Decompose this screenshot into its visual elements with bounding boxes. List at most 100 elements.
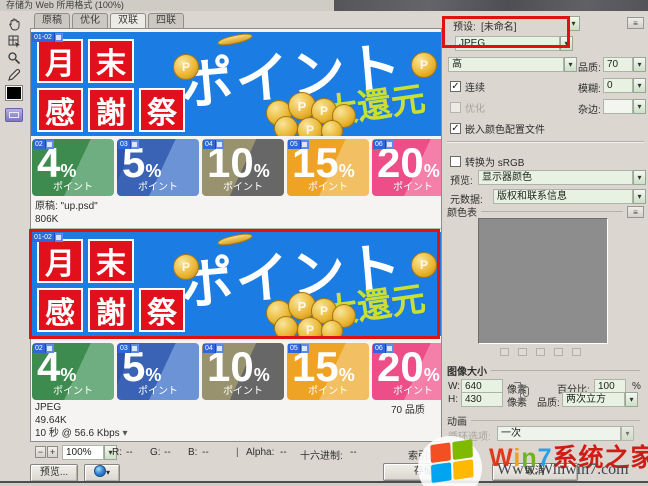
panel-separator bbox=[447, 141, 644, 143]
discount-tile: 04 10% ポイント bbox=[202, 343, 284, 400]
progressive-checkbox[interactable]: ✓ 连续 bbox=[450, 79, 485, 94]
dimension-link-bracket bbox=[514, 382, 521, 403]
pane-divider bbox=[31, 228, 441, 229]
browser-select-button[interactable]: ▾ bbox=[84, 464, 120, 482]
eyedropper-color-swatch[interactable] bbox=[6, 86, 22, 100]
tool-palette bbox=[3, 15, 27, 83]
quality-dropdown-arrow-icon[interactable]: ▾ bbox=[633, 57, 646, 72]
loop-options-arrow-icon[interactable]: ▾ bbox=[621, 426, 634, 441]
toggle-slices-visibility-button[interactable] bbox=[5, 108, 23, 122]
banner-kanji: 末 bbox=[88, 39, 134, 83]
lock-color-icon[interactable] bbox=[554, 348, 563, 356]
compression-level-select[interactable]: 高 bbox=[448, 57, 564, 72]
color-table bbox=[478, 218, 608, 344]
monitor-preview-label: 预览: bbox=[450, 176, 473, 187]
cancel-button[interactable]: 取消 bbox=[492, 463, 578, 481]
height-label: H: bbox=[448, 394, 458, 405]
delete-color-icon[interactable] bbox=[572, 348, 581, 356]
matte-value[interactable] bbox=[603, 99, 633, 114]
download-options-icon[interactable]: ▾ bbox=[122, 428, 127, 439]
zoom-in-button[interactable]: + bbox=[47, 446, 58, 458]
loop-options-select[interactable]: 一次 bbox=[497, 426, 621, 441]
zoom-out-button[interactable]: − bbox=[35, 446, 46, 458]
slice-select-icon bbox=[7, 34, 21, 48]
checkbox-check-icon: ✓ bbox=[450, 81, 461, 92]
convert-srgb-checkbox[interactable]: 转换为 sRGB bbox=[450, 154, 524, 169]
checkbox-check-icon: ✓ bbox=[450, 123, 461, 134]
metadata-select[interactable]: 版权和联系信息 bbox=[493, 189, 633, 204]
format-select[interactable]: JPEG bbox=[455, 36, 560, 51]
panel-menu-icon[interactable]: ≡ bbox=[627, 17, 644, 29]
resample-select[interactable]: 两次立方 bbox=[562, 392, 625, 407]
optimized-info: JPEG 49.64K 10 秒 @ 56.6 Kbps ▾ bbox=[35, 401, 127, 440]
discount-tile: 05 15% ポイント bbox=[287, 343, 369, 400]
banner-artwork-optimized: 01-02 月 末 感 謝 祭 ポイント 大還元 P P P P P bbox=[31, 232, 441, 336]
resample-arrow-icon[interactable]: ▾ bbox=[625, 392, 638, 407]
optimized-filesize: 49.64K bbox=[35, 415, 67, 426]
zoom-level-value[interactable]: 100% bbox=[62, 445, 104, 460]
banner-artwork-original: 01-02 月 末 感 謝 祭 ポイント 大還元 P P P P P bbox=[31, 32, 441, 136]
preview-in-browser-button[interactable]: 预览... bbox=[30, 464, 78, 482]
resample-quality-label: 品质: bbox=[537, 398, 560, 409]
tab-4up[interactable]: 四联 bbox=[148, 13, 184, 28]
tab-optimized[interactable]: 优化 bbox=[72, 13, 108, 28]
blur-dropdown-arrow-icon[interactable]: ▾ bbox=[633, 78, 646, 93]
tab-original[interactable]: 原稿 bbox=[34, 13, 70, 28]
preset-value[interactable]: [未命名] bbox=[481, 18, 517, 33]
gold-coin-icon bbox=[321, 120, 343, 136]
discount-tiles-original: 02 4% ポイント 03 5% ポイント 04 10% ポイント 05 15% bbox=[31, 137, 441, 198]
format-dropdown-arrow-icon[interactable]: ▾ bbox=[560, 36, 573, 51]
save-button[interactable]: 存储... bbox=[383, 463, 473, 481]
zoom-tool-button[interactable] bbox=[3, 49, 25, 66]
matte-dropdown-arrow-icon[interactable]: ▾ bbox=[633, 99, 646, 114]
browser-arrow-icon: ▾ bbox=[105, 468, 110, 477]
discount-tile: 05 15% ポイント bbox=[287, 139, 369, 196]
banner-kanji: 感 bbox=[37, 88, 83, 132]
height-input[interactable]: 430 bbox=[461, 392, 503, 407]
banner-kanji: 謝 bbox=[88, 288, 134, 332]
optimized-format: JPEG bbox=[35, 402, 62, 413]
tab-2up[interactable]: 双联 bbox=[110, 13, 146, 28]
color-table-menu-icon[interactable]: ≡ bbox=[627, 205, 644, 218]
globe-icon bbox=[93, 465, 106, 477]
optimized-checkbox[interactable]: 优化 bbox=[450, 100, 485, 115]
b-label: B: bbox=[188, 447, 198, 458]
percent-unit: % bbox=[632, 381, 641, 392]
settings-panel: 预设: [未命名] ▾ ≡ JPEG ▾ 高 ▾ 品质: 70 ▾ ✓ 连续 模糊… bbox=[445, 13, 646, 443]
banner-kanji: 祭 bbox=[139, 88, 185, 132]
preset-label: 预设: bbox=[453, 22, 476, 33]
b-value: -- bbox=[202, 447, 209, 458]
monitor-preview-arrow-icon[interactable]: ▾ bbox=[633, 170, 646, 185]
width-label: W: bbox=[448, 381, 461, 392]
zoom-level-select[interactable]: 100% ▾ bbox=[62, 445, 117, 460]
image-size-header: 图像大小 bbox=[447, 367, 487, 378]
status-divider: | bbox=[236, 447, 239, 458]
discount-tile: 02 4% ポイント bbox=[32, 139, 114, 196]
matte-label: 杂边: bbox=[578, 105, 601, 116]
websnap-icon[interactable] bbox=[536, 348, 545, 356]
slice-select-tool-button[interactable] bbox=[3, 32, 25, 49]
r-label: R: bbox=[112, 447, 122, 458]
checkbox-box bbox=[450, 102, 461, 113]
slice-image-icon bbox=[53, 233, 63, 242]
metadata-arrow-icon[interactable]: ▾ bbox=[633, 189, 646, 204]
gold-coin-icon: P bbox=[173, 54, 199, 80]
alpha-label: Alpha: bbox=[246, 447, 275, 458]
link-dimensions-icon[interactable] bbox=[523, 386, 529, 397]
compression-dropdown-arrow-icon[interactable]: ▾ bbox=[564, 57, 577, 72]
quality-value[interactable]: 70 bbox=[603, 57, 633, 72]
gold-coin-icon bbox=[274, 116, 298, 136]
preset-dropdown-arrow-icon[interactable]: ▾ bbox=[567, 16, 580, 31]
gold-coin-icon: P bbox=[173, 254, 199, 280]
monitor-preview-select[interactable]: 显示器颜色 bbox=[478, 170, 633, 185]
discount-tile: 03 5% ポイント bbox=[117, 139, 199, 196]
snap-color-icon[interactable] bbox=[500, 348, 509, 356]
transparency-icon[interactable] bbox=[518, 348, 527, 356]
gold-coin-icon bbox=[274, 316, 298, 336]
hand-tool-button[interactable] bbox=[3, 15, 25, 32]
embed-profile-checkbox[interactable]: ✓ 嵌入颜色配置文件 bbox=[450, 121, 545, 136]
banner-kanji: 月 bbox=[37, 39, 83, 83]
blur-value[interactable]: 0 bbox=[603, 78, 633, 93]
eyedropper-tool-button[interactable] bbox=[3, 66, 25, 83]
gold-coin-icon: P bbox=[411, 252, 437, 278]
